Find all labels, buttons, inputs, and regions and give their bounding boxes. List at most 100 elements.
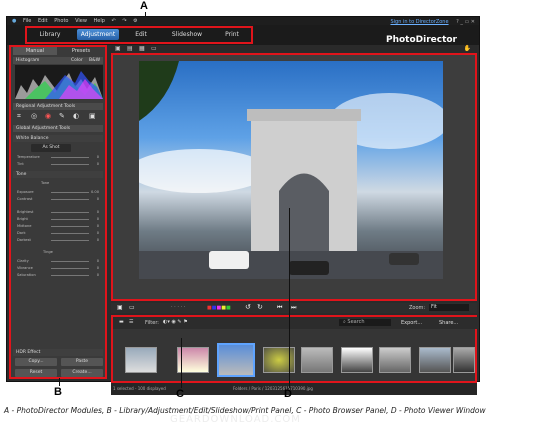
thumbnail[interactable]: [379, 347, 411, 373]
undo-icon[interactable]: ↶: [112, 18, 116, 24]
single-view-icon[interactable]: ▣: [117, 304, 123, 311]
view-mode-icon[interactable]: ▣: [115, 45, 121, 52]
gradient-icon[interactable]: ◐: [73, 112, 79, 120]
slider-label: Saturation: [17, 273, 36, 277]
export-button[interactable]: Export...: [401, 320, 422, 326]
thumbnail-selected[interactable]: [217, 343, 255, 377]
slider-value: 0: [96, 259, 99, 263]
slider-brightest[interactable]: Brightest 0: [17, 209, 101, 215]
hdr-header[interactable]: HDR Effect: [13, 349, 103, 356]
selection-status: 1 selected - 100 displayed: [113, 386, 166, 391]
brush-icon[interactable]: ✎: [59, 112, 65, 120]
global-tools-header[interactable]: Global Adjustment Tools: [13, 125, 103, 132]
settings-icon[interactable]: ⚙: [133, 18, 137, 24]
tab-library[interactable]: Library: [33, 29, 67, 40]
thumbnail[interactable]: [341, 347, 373, 373]
zoom-select[interactable]: Fit: [429, 304, 469, 311]
regional-tools-header[interactable]: Regional Adjustment Tools: [13, 103, 103, 110]
slider-value: 0: [96, 273, 99, 277]
slider-label: Darkest: [17, 238, 31, 242]
spot-removal-icon[interactable]: ◎: [31, 112, 37, 120]
slider-track[interactable]: [51, 275, 89, 276]
grid-icon[interactable]: ▦: [139, 45, 145, 52]
filmstrip-icon[interactable]: ▭: [129, 304, 135, 311]
slider-dark[interactable]: Dark 0: [17, 230, 101, 236]
fullscreen-icon[interactable]: ▭: [151, 45, 157, 52]
rotate-right-icon[interactable]: ↻: [257, 303, 263, 311]
tone-header[interactable]: Tone: [13, 171, 103, 178]
search-input[interactable]: ⌕ Search: [339, 319, 391, 326]
tab-edit[interactable]: Edit: [129, 29, 153, 40]
slider-track[interactable]: [51, 219, 89, 220]
slider-tint[interactable]: Tint 0: [17, 161, 101, 167]
reset-button[interactable]: Reset: [15, 369, 57, 377]
slider-track[interactable]: [51, 268, 89, 269]
slider-bright[interactable]: Bright 0: [17, 216, 101, 222]
module-bar: Library Adjustment Edit Slideshow Print …: [7, 25, 479, 45]
slider-contrast[interactable]: Contrast 0: [17, 196, 101, 202]
slider-label: Exposure: [17, 190, 34, 194]
histogram-header[interactable]: Histogram Color B&W: [13, 57, 103, 64]
hand-icon[interactable]: ✋: [464, 45, 471, 52]
photo-browser: ▬ ☰ Filter: ◐▾ ◉ ✎ ⚑ ⌕ Search Export... …: [111, 315, 479, 383]
redo-icon[interactable]: ↷: [122, 18, 126, 24]
tab-adjustment[interactable]: Adjustment: [77, 29, 119, 40]
app-window: ● File Edit Photo View Help ↶ ↷ ⚙ Sign i…: [6, 16, 480, 395]
tab-print[interactable]: Print: [219, 29, 245, 40]
list-view-icon[interactable]: ☰: [129, 319, 133, 325]
thumbnail[interactable]: [453, 347, 475, 373]
create-button[interactable]: Create...: [61, 369, 103, 377]
slider-track[interactable]: [51, 212, 89, 213]
next-icon[interactable]: ⏭: [291, 304, 296, 312]
slider-midtone[interactable]: Midtone 0: [17, 223, 101, 229]
slider-value: 0: [96, 238, 99, 242]
slider-temperature[interactable]: Temperature 0: [17, 154, 101, 160]
slider-track[interactable]: [51, 226, 89, 227]
compare-icon[interactable]: ▤: [127, 45, 133, 52]
slider-darkest[interactable]: Darkest 0: [17, 237, 101, 243]
slider-clarity[interactable]: Clarity 0: [17, 258, 101, 264]
adjustment-panel: Manual Presets Histogram Color B&W Regio…: [9, 45, 107, 379]
slider-exposure[interactable]: Exposure 0.00: [17, 189, 101, 195]
share-button[interactable]: Share...: [439, 320, 458, 326]
menu-photo[interactable]: Photo: [54, 18, 68, 24]
white-balance-header[interactable]: White Balance: [13, 135, 103, 142]
tab-slideshow[interactable]: Slideshow: [167, 29, 207, 40]
slider-track[interactable]: [51, 199, 89, 200]
rating-stars-icon[interactable]: · · · · ·: [171, 304, 185, 310]
paste-button[interactable]: Paste: [61, 358, 103, 366]
thumbnail[interactable]: [301, 347, 333, 373]
slider-vibrance[interactable]: Vibrance 0: [17, 265, 101, 271]
thumbnail[interactable]: [125, 347, 157, 373]
radial-icon[interactable]: ▣: [89, 112, 96, 120]
slider-track[interactable]: [51, 164, 89, 165]
filter-icons[interactable]: ◐▾ ◉ ✎ ⚑: [163, 319, 188, 325]
slider-saturation[interactable]: Saturation 0: [17, 272, 101, 278]
slider-track[interactable]: [51, 261, 89, 262]
slider-track[interactable]: [51, 192, 89, 193]
thumbnail[interactable]: [263, 347, 295, 373]
label-d: D: [284, 388, 292, 400]
main-photo[interactable]: [139, 61, 443, 279]
thumbnail-view-icon[interactable]: ▬: [119, 319, 124, 325]
previous-icon[interactable]: ⏮: [277, 304, 282, 312]
color-labels-icon[interactable]: ■■■■■: [207, 305, 231, 311]
status-bar: 1 selected - 100 displayed Folders / Par…: [111, 383, 477, 395]
slider-track[interactable]: [51, 233, 89, 234]
crop-icon[interactable]: ⌗: [17, 112, 21, 121]
menu-view[interactable]: View: [75, 18, 87, 24]
app-logo: PhotoDirector: [385, 35, 457, 45]
menu-help[interactable]: Help: [94, 18, 105, 24]
white-balance-preset[interactable]: As Shot: [31, 144, 71, 152]
tab-presets[interactable]: Presets: [59, 47, 103, 55]
red-eye-icon[interactable]: ◉: [45, 112, 51, 120]
thumbnail[interactable]: [419, 347, 451, 373]
slider-track[interactable]: [51, 240, 89, 241]
slider-track[interactable]: [51, 157, 89, 158]
slider-value: 0: [96, 162, 99, 166]
menu-file[interactable]: File: [23, 18, 31, 24]
menu-edit[interactable]: Edit: [38, 18, 48, 24]
tab-manual[interactable]: Manual: [13, 47, 57, 55]
rotate-left-icon[interactable]: ↺: [245, 303, 251, 311]
copy-button[interactable]: Copy...: [15, 358, 57, 366]
